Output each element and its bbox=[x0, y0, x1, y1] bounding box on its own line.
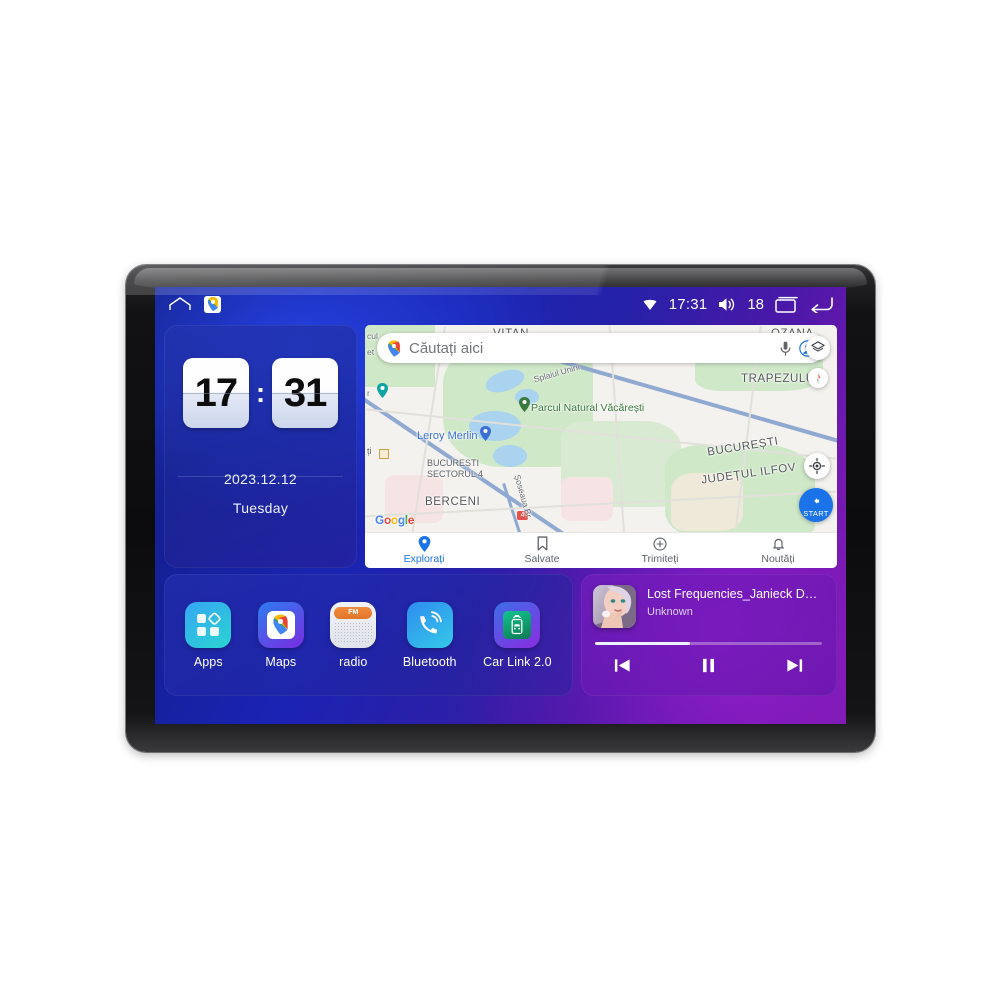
clock-divider bbox=[178, 476, 343, 477]
map-start-navigation-button[interactable]: START bbox=[799, 488, 833, 522]
wifi-icon bbox=[642, 297, 658, 312]
car-link-icon bbox=[494, 601, 541, 648]
previous-track-icon bbox=[614, 659, 630, 672]
clock-minutes: 31 bbox=[272, 358, 339, 428]
google-maps-icon bbox=[257, 601, 304, 648]
music-progress-fill bbox=[595, 642, 691, 645]
app-shortcut-car-link[interactable]: Car Link 2.0 bbox=[483, 601, 552, 669]
place-marker-icon bbox=[377, 383, 388, 398]
next-track-icon bbox=[787, 659, 803, 672]
map-tab-label: Noutăți bbox=[761, 553, 795, 565]
home-screen: 17 : 31 2023.12.12 Tuesday 4 Splaiul Uni… bbox=[155, 321, 846, 724]
map-bottom-nav: Explorați Salvate Trimiteți Noutăți bbox=[365, 532, 837, 568]
map-pin-icon bbox=[418, 536, 430, 552]
map-tab-label: Trimiteți bbox=[641, 553, 679, 565]
music-progress-bar[interactable] bbox=[595, 642, 822, 645]
app-shortcut-label: Maps bbox=[265, 654, 297, 669]
maps-widget[interactable]: 4 VITANOZANAUniriiSplaiul UniriiTRAPEZUL… bbox=[365, 325, 837, 568]
volume-icon[interactable] bbox=[718, 297, 736, 312]
app-shortcut-label: Bluetooth bbox=[402, 654, 457, 669]
map-start-label: START bbox=[803, 508, 829, 518]
map-label: Parcul Natural Văcărești bbox=[531, 402, 645, 414]
app-shortcut-apps[interactable]: Apps bbox=[185, 601, 232, 669]
map-label: BERCENI bbox=[425, 496, 481, 508]
status-time: 17:31 bbox=[668, 295, 708, 313]
screenshot-canvas: 17:31 18 17: 31 2023.12.12 Tuesday 4 Sp… bbox=[0, 0, 1000, 1000]
music-artist: Unknown bbox=[647, 606, 693, 618]
bluetooth-phone-icon bbox=[406, 601, 453, 648]
clock-widget[interactable]: 17 : 31 2023.12.12 Tuesday bbox=[164, 325, 357, 568]
map-tab-saved[interactable]: Salvate bbox=[483, 536, 601, 565]
app-shortcuts-card: Apps Maps FM radio Bluetooth Car Link 2.… bbox=[164, 574, 573, 696]
bookmark-icon bbox=[537, 536, 547, 551]
place-marker-icon bbox=[480, 426, 491, 441]
map-label: et bbox=[367, 347, 375, 357]
map-tab-explore[interactable]: Explorați bbox=[365, 536, 483, 565]
car-head-unit-device: 17:31 18 17: 31 2023.12.12 Tuesday 4 Sp… bbox=[126, 265, 875, 752]
map-label: Șoseaua Br bbox=[512, 473, 535, 519]
google-maps-pin-icon bbox=[387, 339, 401, 357]
status-bar: 17:31 18 bbox=[155, 287, 846, 321]
music-controls bbox=[593, 645, 824, 675]
google-maps-icon[interactable] bbox=[204, 295, 221, 313]
compass-icon bbox=[816, 372, 820, 384]
clock-date: 2023.12.12 bbox=[223, 471, 298, 487]
volume-level: 18 bbox=[747, 295, 764, 313]
locate-me-button[interactable] bbox=[804, 453, 830, 479]
map-tab-label: Explorați bbox=[403, 553, 445, 565]
radio-speaker-grill bbox=[334, 621, 373, 643]
map-label: ți bbox=[367, 446, 372, 456]
app-shortcut-label: radio bbox=[339, 654, 368, 669]
app-shortcut-label: Car Link 2.0 bbox=[483, 654, 552, 669]
recents-icon[interactable] bbox=[775, 296, 798, 313]
music-player-card: Lost Frequencies_Janieck Devy-... Unknow… bbox=[581, 574, 837, 696]
next-track-button[interactable] bbox=[785, 656, 804, 675]
map-label: cul bbox=[367, 331, 378, 341]
map-layers-button[interactable] bbox=[806, 336, 830, 360]
map-label: BUCUREȘTI bbox=[427, 458, 480, 468]
app-shortcut-label: Apps bbox=[193, 654, 223, 669]
map-label: SECTORUL 4 bbox=[427, 469, 484, 479]
clock-day: Tuesday bbox=[232, 500, 289, 516]
fm-badge-label: FM bbox=[348, 609, 359, 616]
clock-hours: 17 bbox=[182, 358, 249, 428]
poi-icon bbox=[379, 449, 389, 459]
navigation-arrow-icon bbox=[809, 493, 823, 507]
app-shortcut-bluetooth[interactable]: Bluetooth bbox=[402, 601, 457, 669]
home-icon[interactable] bbox=[169, 297, 191, 311]
locate-me-icon bbox=[809, 458, 825, 474]
apps-grid-icon bbox=[185, 601, 232, 648]
map-tab-updates[interactable]: Noutăți bbox=[719, 536, 837, 565]
app-shortcut-radio[interactable]: FM radio bbox=[330, 601, 377, 669]
head-unit-screen: 17:31 18 17: 31 2023.12.12 Tuesday 4 Sp… bbox=[155, 287, 846, 724]
map-label: TRAPEZULUI bbox=[741, 373, 819, 385]
clock-separator: : bbox=[255, 377, 266, 408]
map-tab-contribute[interactable]: Trimiteți bbox=[601, 536, 719, 565]
layers-icon bbox=[811, 341, 825, 352]
app-shortcut-maps[interactable]: Maps bbox=[257, 601, 304, 669]
back-icon[interactable] bbox=[809, 296, 834, 313]
park-marker-icon bbox=[519, 397, 530, 412]
map-tab-label: Salvate bbox=[524, 553, 560, 565]
previous-track-button[interactable] bbox=[613, 656, 632, 675]
play-pause-button[interactable] bbox=[699, 656, 718, 675]
pause-icon bbox=[702, 658, 715, 673]
google-attribution: Google bbox=[375, 513, 414, 527]
album-art bbox=[593, 585, 636, 628]
bell-icon bbox=[772, 538, 784, 551]
microphone-icon[interactable] bbox=[780, 341, 791, 356]
map-search-bar[interactable]: Căutați aici bbox=[377, 333, 825, 363]
fm-radio-icon: FM bbox=[330, 601, 377, 648]
flip-clock: 17 : 31 bbox=[164, 358, 357, 428]
map-compass-button[interactable] bbox=[808, 368, 828, 388]
map-label: Leroy Merlin bbox=[417, 430, 478, 442]
send-plus-icon bbox=[653, 537, 667, 551]
map-search-placeholder[interactable]: Căutați aici bbox=[409, 340, 772, 357]
music-title: Lost Frequencies_Janieck Devy-... bbox=[647, 587, 824, 601]
map-label: r bbox=[367, 388, 370, 398]
